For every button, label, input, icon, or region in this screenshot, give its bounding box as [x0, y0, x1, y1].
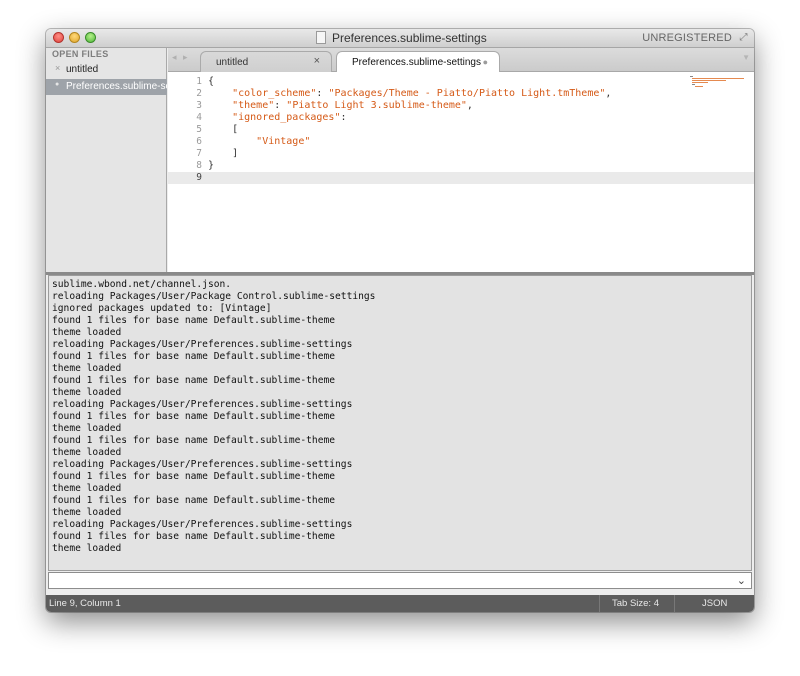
line-number: 8 [196, 160, 202, 171]
line-number: 6 [196, 136, 202, 147]
code-line: "Vintage" [256, 136, 311, 147]
tab-label: Preferences.sublime-settings [352, 57, 481, 68]
console-line: found 1 files for base name Default.subl… [52, 471, 336, 482]
tab-label: untitled [216, 57, 249, 68]
code-line: "color_scheme": "Packages/Theme - Piatto… [232, 88, 612, 99]
code-line: [ [208, 124, 239, 135]
code-line: "ignored_packages": [232, 112, 347, 123]
console-line: found 1 files for base name Default.subl… [52, 531, 336, 542]
console-line: found 1 files for base name Default.subl… [52, 375, 336, 386]
console-line: theme loaded [52, 327, 122, 338]
line-number: 3 [196, 100, 202, 111]
console-line: theme loaded [52, 507, 122, 518]
line-number: 4 [196, 112, 202, 123]
line-number: 2 [196, 88, 202, 99]
tab-nav-arrows-icon[interactable]: ◂ ▸ [172, 52, 190, 63]
console-line: sublime.wbond.net/channel.json. [52, 279, 232, 290]
console-line: reloading Packages/User/Preferences.subl… [52, 519, 353, 530]
line-number: 7 [196, 148, 202, 159]
tab-dropdown-icon[interactable]: ▼ [742, 53, 750, 62]
modified-dot-icon[interactable]: ● [483, 57, 488, 67]
console-line: theme loaded [52, 423, 122, 434]
status-bar: Line 9, Column 1 Tab Size: 4 JSON [46, 595, 754, 612]
unregistered-label: UNREGISTERED [642, 32, 732, 44]
tab-size-button[interactable]: Tab Size: 4 [612, 598, 659, 609]
console-line: theme loaded [52, 447, 122, 458]
chevron-down-icon[interactable]: ⌄ [737, 574, 746, 587]
fullscreen-icon[interactable]: ⤢ [738, 32, 749, 43]
code-line: } [208, 160, 215, 171]
status-separator [599, 595, 600, 612]
open-files-heading: OPEN FILES [52, 49, 109, 59]
sublime-window: Preferences.sublime-settings UNREGISTERE… [46, 29, 754, 612]
code-line: "theme": "Piatto Light 3.sublime-theme", [232, 100, 473, 111]
modified-dot-icon[interactable]: ● [55, 81, 59, 88]
minimap[interactable] [690, 76, 748, 90]
close-icon[interactable]: × [314, 55, 320, 67]
console-line: found 1 files for base name Default.subl… [52, 435, 336, 446]
status-separator [674, 595, 675, 612]
sidebar-item-label: untitled [66, 64, 99, 75]
close-window-button[interactable] [53, 32, 64, 43]
code-editor[interactable]: 1 2 3 4 5 6 7 8 9 { "color_scheme": "Pac… [168, 72, 754, 272]
tab-preferences[interactable]: Preferences.sublime-settings ● [336, 51, 500, 73]
console-line: found 1 files for base name Default.subl… [52, 495, 336, 506]
document-icon [316, 31, 326, 44]
window-title: Preferences.sublime-settings [332, 31, 487, 45]
tab-bar: ◂ ▸ untitled × Preferences.sublime-setti… [168, 48, 754, 73]
line-number-active: 9 [168, 172, 202, 184]
tab-untitled[interactable]: untitled × [200, 51, 332, 72]
title-bar: Preferences.sublime-settings UNREGISTERE… [46, 29, 754, 48]
code-line: { [208, 76, 215, 87]
console-line: found 1 files for base name Default.subl… [52, 315, 336, 326]
zoom-window-button[interactable] [85, 32, 96, 43]
current-line-highlight [202, 172, 754, 184]
code-line: ] [208, 148, 239, 159]
console-line: reloading Packages/User/Preferences.subl… [52, 399, 353, 410]
console-output: sublime.wbond.net/channel.json. reloading… [48, 275, 752, 571]
console-line: theme loaded [52, 543, 122, 554]
syntax-button[interactable]: JSON [702, 598, 727, 609]
console-line: found 1 files for base name Default.subl… [52, 351, 336, 362]
line-number: 5 [196, 124, 202, 135]
cursor-position: Line 9, Column 1 [49, 598, 121, 609]
close-icon[interactable]: × [55, 63, 60, 73]
console-line: found 1 files for base name Default.subl… [52, 411, 336, 422]
console-line: theme loaded [52, 387, 122, 398]
console-line: ignored packages updated to: [Vintage] [52, 303, 272, 314]
console-line: reloading Packages/User/Preferences.subl… [52, 339, 353, 350]
sidebar: OPEN FILES × untitled ● Preferences.subl… [46, 48, 167, 273]
console-line: reloading Packages/User/Package Control.… [52, 291, 376, 302]
console-line: theme loaded [52, 483, 122, 494]
line-number: 1 [196, 76, 202, 87]
sidebar-item-preferences[interactable]: ● Preferences.sublime-settings [46, 79, 167, 95]
console-line: reloading Packages/User/Preferences.subl… [52, 459, 353, 470]
sidebar-item-untitled[interactable]: × untitled [46, 63, 167, 77]
console-line: theme loaded [52, 363, 122, 374]
console-input[interactable]: ⌄ [48, 572, 752, 589]
minimize-window-button[interactable] [69, 32, 80, 43]
sidebar-item-label: Preferences.sublime-settings [66, 81, 167, 92]
